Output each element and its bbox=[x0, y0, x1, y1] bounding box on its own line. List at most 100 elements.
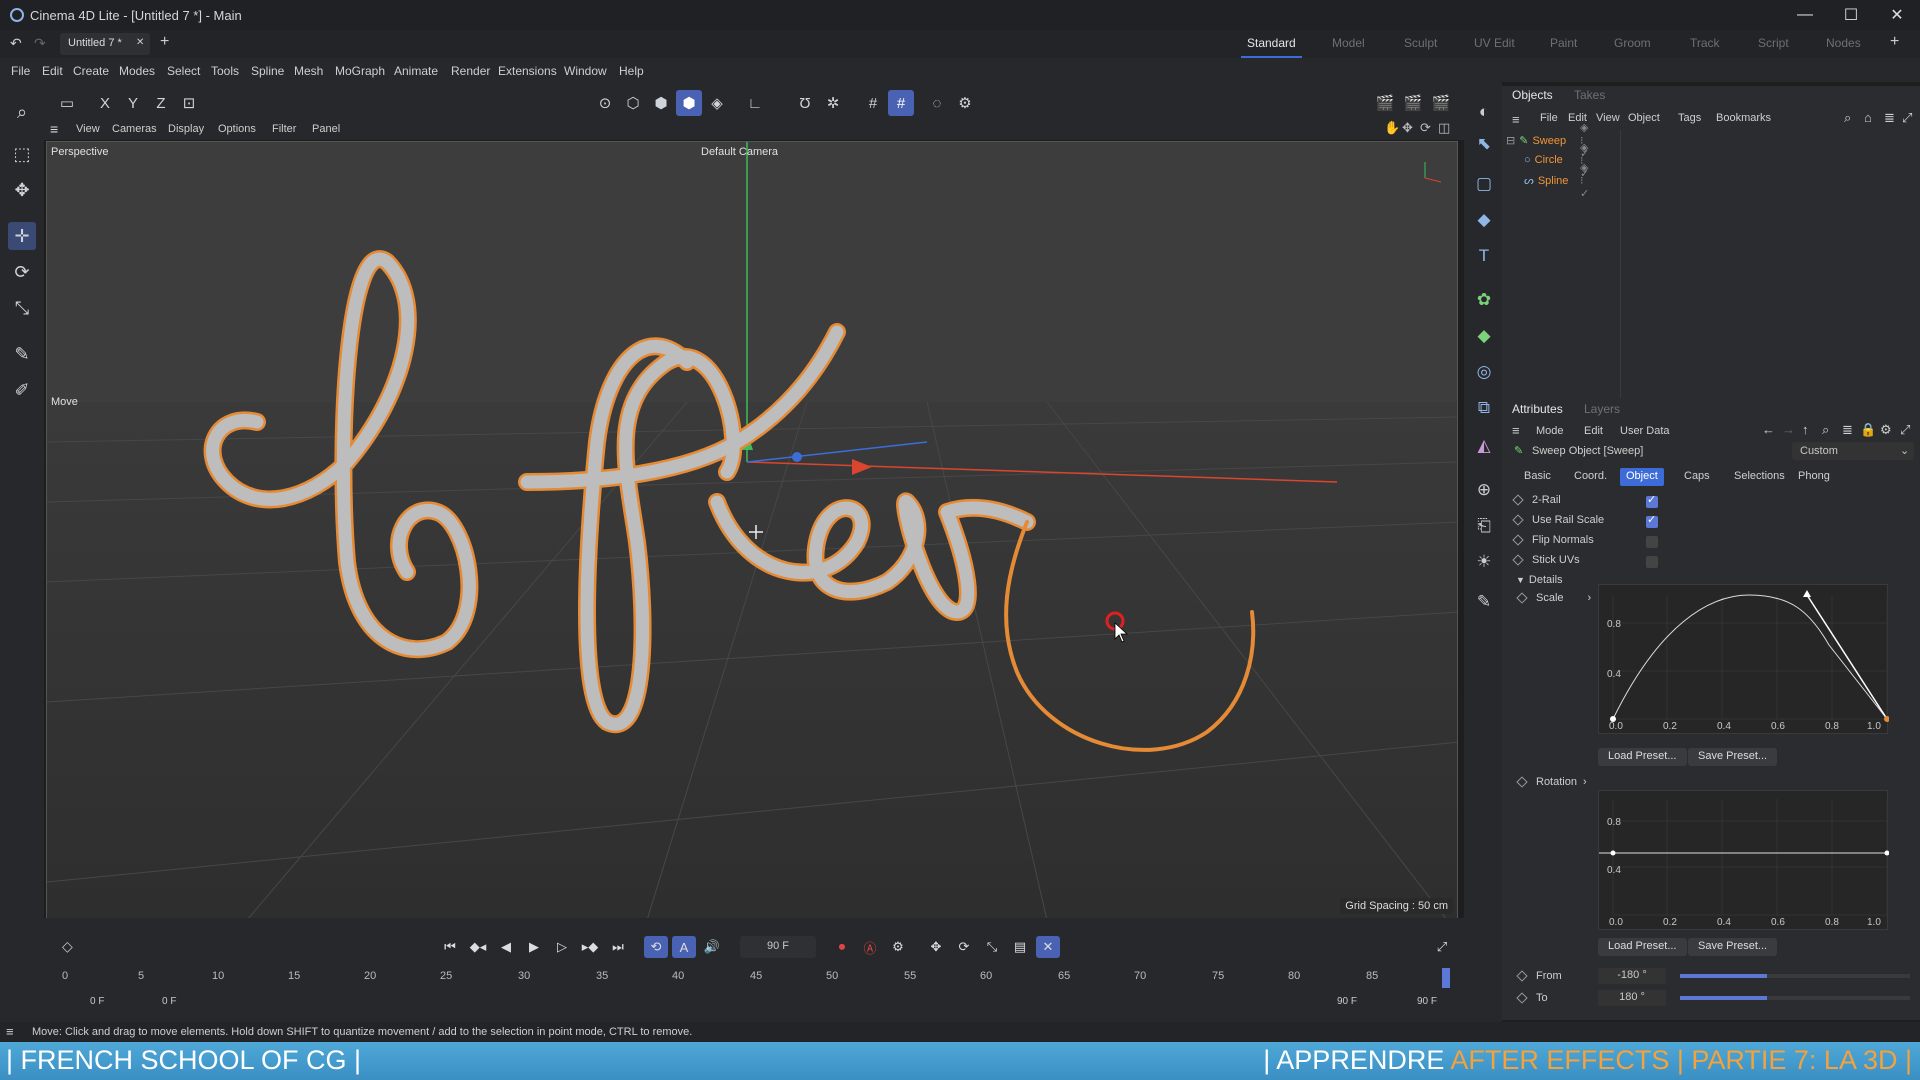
settings-icon[interactable]: ⚙ bbox=[952, 90, 978, 116]
tab-basic[interactable]: Basic bbox=[1518, 468, 1557, 486]
record-parameter-icon[interactable]: ▤ bbox=[1008, 936, 1032, 958]
tab-coord[interactable]: Coord. bbox=[1568, 468, 1613, 486]
3d-viewport[interactable]: Perspective Default Camera Move Grid Spa… bbox=[46, 141, 1458, 919]
attributes-menu-user-data[interactable]: User Data bbox=[1620, 425, 1670, 437]
previous-frame-icon[interactable]: ◀ bbox=[494, 936, 518, 958]
tab-object[interactable]: Object bbox=[1620, 468, 1664, 486]
coordinate-system-icon[interactable]: ⊡ bbox=[176, 90, 202, 116]
generator-icon[interactable]: ✿ bbox=[1470, 286, 1498, 314]
up-arrow-icon[interactable]: ↑ bbox=[1802, 422, 1809, 437]
keyframe-settings-icon[interactable]: ⚙ bbox=[886, 936, 910, 958]
object-mode-icon[interactable]: ⬢ bbox=[676, 90, 702, 116]
tab-caps[interactable]: Caps bbox=[1678, 468, 1716, 486]
menu-mesh[interactable]: Mesh bbox=[294, 64, 323, 78]
camera-icon[interactable]: ⎗ bbox=[1470, 512, 1498, 540]
layout-tab-paint[interactable]: Paint bbox=[1550, 36, 1577, 50]
record-position-icon[interactable]: ✥ bbox=[924, 936, 948, 958]
menu-spline[interactable]: Spline bbox=[251, 64, 284, 78]
menu-mograph[interactable]: MoGraph bbox=[335, 64, 385, 78]
objects-menu-view[interactable]: View bbox=[1596, 112, 1620, 124]
back-arrow-icon[interactable]: ← bbox=[1762, 422, 1775, 437]
keyframe-diamond-icon[interactable] bbox=[1512, 494, 1524, 506]
search-icon[interactable]: ⌕ bbox=[8, 98, 36, 126]
viewport-rotate-icon[interactable]: ⟳ bbox=[1420, 120, 1431, 136]
tweak-tool-icon[interactable]: ✥ bbox=[8, 176, 36, 204]
timeline-ruler[interactable]: 0 5 10 15 20 25 30 35 40 45 50 55 60 65 … bbox=[62, 968, 1450, 988]
polygons-mode-icon[interactable]: ⬢ bbox=[648, 90, 674, 116]
render-settings-icon[interactable]: 🎬 bbox=[1428, 90, 1454, 116]
viewport-menu-display[interactable]: Display bbox=[168, 123, 204, 135]
rectangle-icon[interactable]: ▢ bbox=[1470, 170, 1498, 198]
viewport-menu-options[interactable]: Options bbox=[218, 123, 256, 135]
viewport-menu-view[interactable]: View bbox=[76, 123, 100, 135]
status-menu-icon[interactable]: ≡ bbox=[6, 1024, 14, 1039]
soft-selection-icon[interactable]: ✲ bbox=[820, 90, 846, 116]
next-frame-icon[interactable]: ▷ bbox=[550, 936, 574, 958]
attributes-menu-mode[interactable]: Mode bbox=[1536, 425, 1564, 437]
scale-spline-graph[interactable]: 0.8 0.4 0.0 0.2 0.4 0.6 0.8 1.0 bbox=[1598, 584, 1890, 734]
objects-menu-object[interactable]: Object bbox=[1628, 112, 1660, 124]
objects-hamburger-icon[interactable]: ≡ bbox=[1512, 112, 1520, 127]
layout-tab-model[interactable]: Model bbox=[1332, 36, 1365, 50]
viewport-camera-name[interactable]: Default Camera bbox=[701, 146, 778, 158]
playback-rate-icon[interactable]: A bbox=[672, 936, 696, 958]
environment-icon[interactable]: ⊕ bbox=[1470, 476, 1498, 504]
previous-key-icon[interactable]: ◆◂ bbox=[466, 936, 490, 958]
to-slider-track[interactable] bbox=[1680, 996, 1910, 1000]
z-axis-lock-button[interactable]: Z bbox=[148, 90, 174, 116]
keyframe-diamond-icon[interactable] bbox=[1512, 554, 1524, 566]
go-to-end-icon[interactable]: ⏭ bbox=[606, 936, 630, 958]
mograph-icon[interactable]: ◭ bbox=[1470, 432, 1498, 460]
render-sphere-icon[interactable]: ◐ bbox=[1470, 98, 1498, 126]
objects-home-icon[interactable]: ⌂ bbox=[1864, 110, 1872, 125]
menu-extensions[interactable]: Extensions bbox=[498, 64, 557, 78]
record-icon[interactable]: ⏺ bbox=[830, 936, 854, 958]
attributes-search-icon[interactable]: ⌕ bbox=[1822, 422, 1829, 438]
layout-tab-nodes[interactable]: Nodes bbox=[1826, 36, 1861, 50]
from-input[interactable]: -180 ° bbox=[1598, 968, 1666, 984]
selection-tool-icon[interactable]: ⬚ bbox=[8, 140, 36, 168]
menu-render[interactable]: Render bbox=[451, 64, 490, 78]
add-layout-icon[interactable]: + bbox=[1890, 33, 1899, 51]
objects-filter-icon[interactable]: ≣ bbox=[1884, 110, 1895, 126]
green-cube-icon[interactable]: ◆ bbox=[1470, 322, 1498, 350]
rotation-spline-graph[interactable]: 0.8 0.4 0.0 0.2 0.4 0.6 0.8 1.0 bbox=[1598, 790, 1890, 930]
render-picture-viewer-icon[interactable]: 🎬 bbox=[1400, 90, 1426, 116]
attributes-menu-edit[interactable]: Edit bbox=[1584, 425, 1603, 437]
tab-attributes[interactable]: Attributes bbox=[1512, 402, 1563, 416]
object-row-spline[interactable]: ᔕ Spline ◈ ⁝✓ bbox=[1524, 162, 1589, 200]
tag-icon[interactable]: ✎ bbox=[1470, 588, 1498, 616]
tab-objects[interactable]: Objects bbox=[1512, 88, 1553, 102]
to-input[interactable]: 180 ° bbox=[1598, 990, 1666, 1006]
menu-create[interactable]: Create bbox=[73, 64, 109, 78]
save-preset-button[interactable]: Save Preset... bbox=[1688, 938, 1778, 956]
layout-tab-groom[interactable]: Groom bbox=[1614, 36, 1651, 50]
keyframe-diamond-icon[interactable] bbox=[1512, 514, 1524, 526]
hamburger-icon[interactable]: ≡ bbox=[50, 121, 58, 137]
render-region-icon[interactable]: ◌ bbox=[924, 90, 950, 116]
menu-file[interactable]: File bbox=[11, 64, 30, 78]
record-pla-icon[interactable]: ✕ bbox=[1036, 936, 1060, 958]
viewport-pan-icon[interactable]: ✋ bbox=[1384, 120, 1400, 136]
viewport-maximize-icon[interactable]: ◫ bbox=[1438, 120, 1450, 136]
attributes-expand-icon[interactable]: ⤢ bbox=[1900, 422, 1910, 438]
menu-animate[interactable]: Animate bbox=[394, 64, 438, 78]
stick-uvs-checkbox[interactable] bbox=[1646, 556, 1658, 568]
viewport-menu-cameras[interactable]: Cameras bbox=[112, 123, 157, 135]
menu-tools[interactable]: Tools bbox=[211, 64, 239, 78]
layout-tab-uv-edit[interactable]: UV Edit bbox=[1474, 36, 1515, 50]
keyframe-diamond-icon[interactable] bbox=[1516, 776, 1528, 788]
sketch-tool-icon[interactable]: ✐ bbox=[8, 376, 36, 404]
use-rail-scale-checkbox[interactable] bbox=[1646, 513, 1658, 528]
viewport-menu-filter[interactable]: Filter bbox=[272, 123, 296, 135]
details-group[interactable]: ▼ Details bbox=[1516, 574, 1563, 586]
menu-help[interactable]: Help bbox=[619, 64, 644, 78]
attributes-settings-icon[interactable]: ⚙ bbox=[1880, 422, 1892, 438]
timeline-expand-icon[interactable]: ⤢ bbox=[1430, 936, 1454, 958]
flip-normals-checkbox[interactable] bbox=[1646, 536, 1658, 548]
workplane-icon[interactable]: ∟ bbox=[742, 90, 768, 116]
cursor-spline-icon[interactable]: ⬉ bbox=[1470, 130, 1498, 158]
points-mode-icon[interactable]: ⊙ bbox=[592, 90, 618, 116]
model-mode-icon[interactable]: ▭ bbox=[54, 90, 80, 116]
collapse-icon[interactable]: ⊟ bbox=[1506, 134, 1515, 147]
